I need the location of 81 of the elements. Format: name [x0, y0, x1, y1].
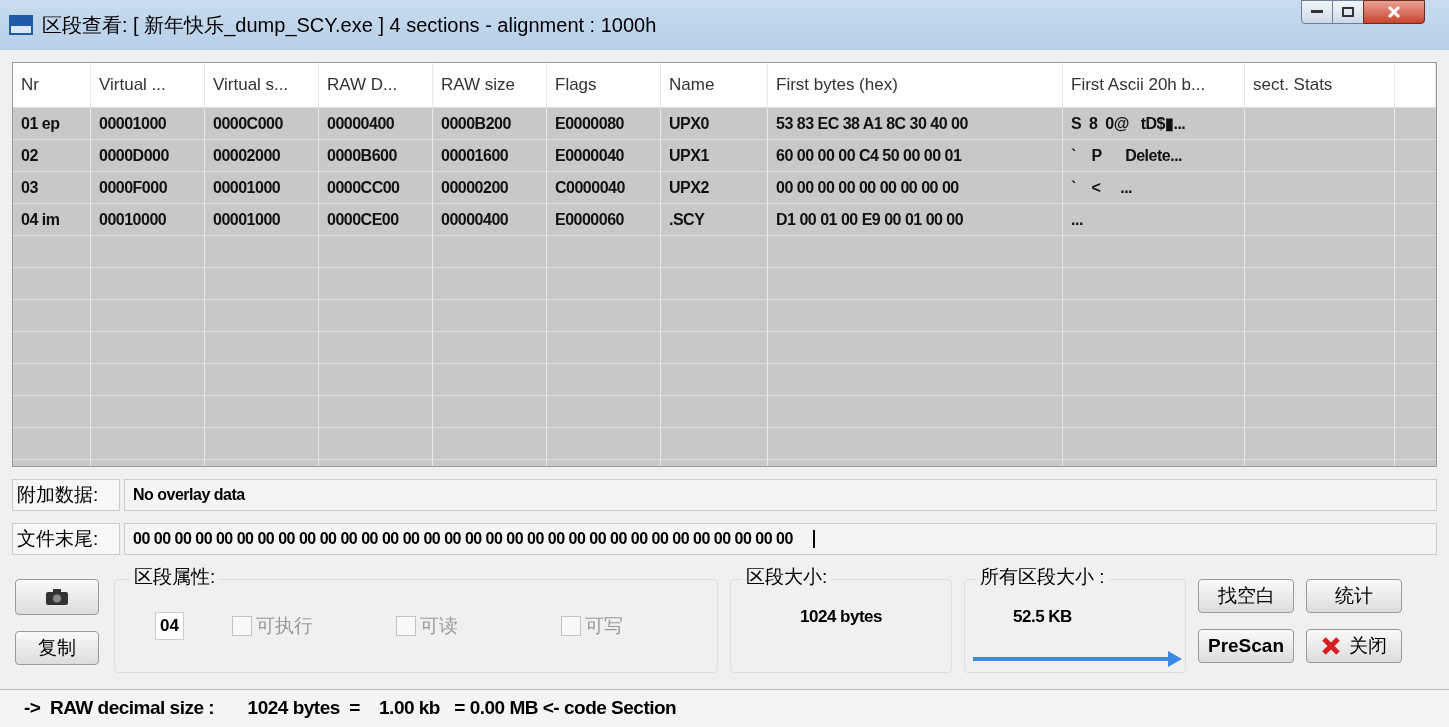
close-button[interactable]: [1363, 0, 1425, 24]
table-cell: 04 im: [13, 204, 91, 235]
table-cell: 03: [13, 172, 91, 203]
table-cell: 00000400: [433, 204, 547, 235]
table-row[interactable]: 03 0000F000 00001000 0000CC00 00000200 C0000040 UPX2 00 00 00 00 00 00 00 00 00 ` < ...: [13, 172, 1436, 204]
table-cell: 53 83 EC 38 A1 8C 30 40 00: [768, 108, 1063, 139]
column-header[interactable]: First bytes (hex): [768, 63, 1063, 107]
camera-icon: [45, 588, 69, 606]
maximize-button[interactable]: [1333, 0, 1363, 24]
checkbox-label: 可执行: [255, 613, 313, 638]
table-cell: 00000400: [319, 108, 433, 139]
file-end-field[interactable]: 00 00 00 00 00 00 00 00 00 00 00 00 00 00 00 00 00 00 00 00 00 00 00 00 00 00 00 00 00 00 00 00: [124, 523, 1437, 555]
table-cell: 0000B200: [433, 108, 547, 139]
table-row[interactable]: 04 im 00010000 00001000 0000CE00 00000400 E0000060 .SCY D1 00 01 00 E9 00 01 00 00 ...: [13, 204, 1436, 236]
table-cell: E0000060: [547, 204, 661, 235]
column-header[interactable]: RAW D...: [319, 63, 433, 107]
column-header[interactable]: Name: [661, 63, 768, 107]
table-cell: 01 ep: [13, 108, 91, 139]
table-cell: E0000080: [547, 108, 661, 139]
status-text: -> RAW decimal size : 1024 bytes = 1.00 kb = 0.00 MB <- code Section: [24, 696, 677, 721]
minimize-icon: [1311, 10, 1323, 14]
table-cell: ...: [1063, 204, 1245, 235]
table-cell: 60 00 00 00 C4 50 00 00 01: [768, 140, 1063, 171]
camera-button[interactable]: [15, 579, 99, 615]
close-icon: [1321, 636, 1341, 656]
minimize-button[interactable]: [1301, 0, 1333, 24]
column-header[interactable]: First Ascii 20h b...: [1063, 63, 1245, 107]
column-header[interactable]: Flags: [547, 63, 661, 107]
table-cell: 00 00 00 00 00 00 00 00 00: [768, 172, 1063, 203]
table-row[interactable]: 02 0000D000 00002000 0000B600 00001600 E0000040 UPX1 60 00 00 00 C4 50 00 00 01 ` P Delete...: [13, 140, 1436, 172]
all-sections-size-value: 52.5 KB: [1013, 606, 1073, 628]
checkbox-label: 可写: [584, 613, 623, 638]
table-cell: E0000040: [547, 140, 661, 171]
field-label: 文件末尾:: [12, 523, 120, 555]
table-cell: 0000C000: [205, 108, 319, 139]
close-icon: [1387, 6, 1401, 18]
column-header[interactable]: Virtual ...: [91, 63, 205, 107]
window-title: 区段查看: [ 新年快乐_dump_SCY.exe ] 4 sections - alignment : 1000h: [42, 13, 657, 39]
table-cell: UPX1: [661, 140, 768, 171]
section-size-value: 1024 bytes: [800, 606, 882, 628]
checkbox[interactable]: [396, 616, 417, 636]
app-icon: [8, 14, 34, 36]
table-cell: 00001600: [433, 140, 547, 171]
checkbox[interactable]: [231, 616, 252, 636]
overlay-field[interactable]: No overlay data: [124, 479, 1437, 511]
table-cell: ` < ...: [1063, 172, 1245, 203]
table-cell: 0000B600: [319, 140, 433, 171]
table-cell: 02: [13, 140, 91, 171]
checkbox[interactable]: [560, 616, 581, 636]
table-cell: .SCY: [661, 204, 768, 235]
close-dialog-button[interactable]: 关闭: [1306, 629, 1402, 663]
table-cell: 00000200: [433, 172, 547, 203]
toolbar-button[interactable]: 统计: [1306, 579, 1402, 613]
table-cell: UPX0: [661, 108, 768, 139]
maximize-icon: [1342, 7, 1354, 17]
copy-button[interactable]: 复制: [15, 631, 99, 665]
prescan-button[interactable]: PreScan: [1198, 629, 1294, 663]
section-number-field[interactable]: 04: [155, 612, 184, 640]
table-cell: 00010000: [91, 204, 205, 235]
column-header[interactable]: RAW size: [433, 63, 547, 107]
table-cell: 0000CC00: [319, 172, 433, 203]
arrow-icon: [973, 649, 1183, 668]
table-cell: C0000040: [547, 172, 661, 203]
table-cell: UPX2: [661, 172, 768, 203]
column-header[interactable]: Virtual s...: [205, 63, 319, 107]
table-cell: S 8 0@ tD$▮...: [1063, 108, 1245, 139]
toolbar-button[interactable]: 找空白: [1198, 579, 1294, 613]
table-cell: 0000D000: [91, 140, 205, 171]
column-header[interactable]: Nr: [13, 63, 91, 107]
table-cell: ` P Delete...: [1063, 140, 1245, 171]
table-cell: 00001000: [205, 172, 319, 203]
table-cell: 00001000: [91, 108, 205, 139]
table-cell: D1 00 01 00 E9 00 01 00 00: [768, 204, 1063, 235]
table-cell: 00001000: [205, 204, 319, 235]
checkbox-label: 可读: [420, 613, 459, 638]
table-cell: 00002000: [205, 140, 319, 171]
table-cell: 0000F000: [91, 172, 205, 203]
field-label: 附加数据:: [12, 479, 120, 511]
table-cell: 0000CE00: [319, 204, 433, 235]
column-header[interactable]: sect. Stats: [1245, 63, 1395, 107]
table-row[interactable]: 01 ep 00001000 0000C000 00000400 0000B200 E0000080 UPX0 53 83 EC 38 A1 8C 30 40 00 S 8 0@ tD$▮...: [13, 108, 1436, 140]
